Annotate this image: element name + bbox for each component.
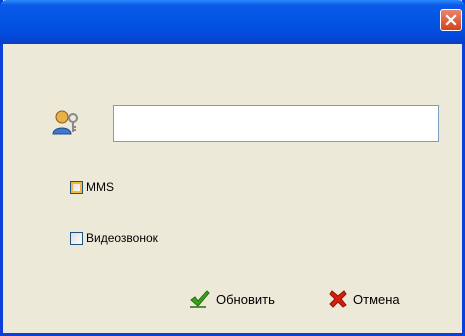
name-input[interactable] — [113, 105, 439, 142]
video-call-label: Видеозвонок — [86, 231, 158, 245]
checkmark-icon — [190, 290, 210, 308]
update-button[interactable]: Обновить — [190, 290, 275, 308]
cancel-label: Отмена — [353, 291, 400, 307]
dialog-window: MMS Видеозвонок Обновить Отмена — [0, 0, 465, 336]
mms-checkbox[interactable] — [70, 180, 83, 194]
video-call-checkbox[interactable] — [70, 231, 83, 245]
update-label: Обновить — [216, 291, 275, 307]
video-call-option[interactable]: Видеозвонок — [70, 231, 158, 245]
cross-icon — [329, 290, 347, 308]
mms-label: MMS — [86, 180, 114, 194]
cancel-button[interactable]: Отмена — [329, 290, 400, 308]
close-button[interactable] — [440, 9, 462, 31]
user-key-icon — [52, 110, 78, 135]
close-icon — [445, 14, 457, 26]
title-bar[interactable] — [0, 0, 465, 44]
mms-option[interactable]: MMS — [70, 180, 114, 194]
